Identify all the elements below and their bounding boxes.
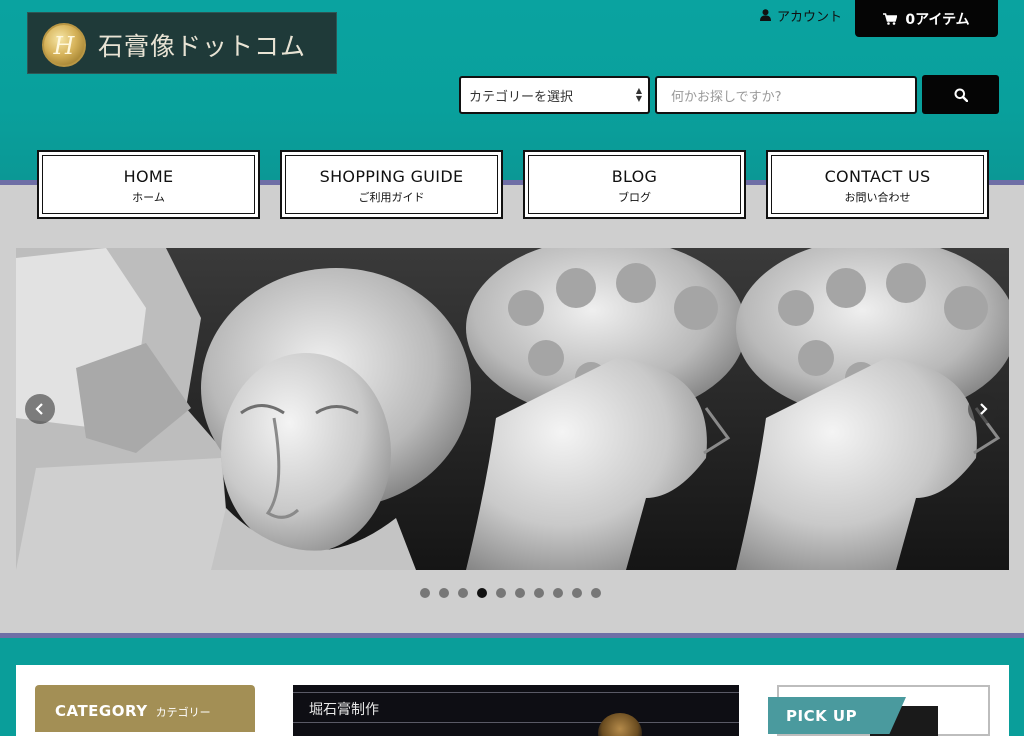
category-heading-jp: カテゴリー	[155, 706, 211, 719]
nav-sublabel: ホーム	[132, 191, 165, 204]
slider-next-button[interactable]	[968, 394, 998, 424]
banner-divider	[293, 722, 739, 723]
slider-dot[interactable]	[572, 588, 582, 598]
account-link[interactable]: アカウント	[760, 6, 843, 25]
slider-dot[interactable]	[477, 588, 487, 598]
nav-contact[interactable]: CONTACT US お問い合わせ	[766, 150, 989, 219]
chevron-right-icon	[980, 403, 988, 415]
bust-ornament-image	[598, 713, 642, 736]
nav-label: CONTACT US	[824, 167, 931, 186]
slider-dot[interactable]	[553, 588, 563, 598]
nav-shopping-guide[interactable]: SHOPPING GUIDE ご利用ガイド	[280, 150, 503, 219]
nav-sublabel: ブログ	[618, 191, 651, 204]
cart-icon	[883, 12, 898, 25]
cart-label: 0アイテム	[905, 11, 970, 28]
slider-dot[interactable]	[534, 588, 544, 598]
chevron-left-icon	[35, 403, 43, 415]
nav-label: BLOG	[611, 167, 658, 186]
search-placeholder: 何かお探しですか?	[671, 89, 782, 105]
search-icon	[954, 88, 968, 102]
slider-dot[interactable]	[591, 588, 601, 598]
banner-divider	[293, 692, 739, 693]
search-button[interactable]	[922, 75, 999, 114]
nav-label: HOME	[123, 167, 174, 186]
category-heading-en: CATEGORY	[55, 702, 148, 720]
nav-home[interactable]: HOME ホーム	[37, 150, 260, 219]
slider-dot[interactable]	[420, 588, 430, 598]
slider-dot[interactable]	[515, 588, 525, 598]
logo-emblem-icon	[42, 23, 86, 67]
site-logo[interactable]: 石膏像ドットコム	[27, 12, 337, 74]
slider-dot[interactable]	[496, 588, 506, 598]
slider-pagination	[420, 588, 601, 600]
hero-slider[interactable]	[16, 248, 1009, 570]
slider-prev-button[interactable]	[25, 394, 55, 424]
feature-banner[interactable]: 堀石膏制作	[293, 685, 739, 736]
cart-button[interactable]: 0アイテム	[855, 0, 998, 37]
user-icon	[760, 9, 771, 21]
nav-sublabel: ご利用ガイド	[358, 191, 425, 204]
nav-label: SHOPPING GUIDE	[319, 167, 464, 186]
category-heading: CATEGORY カテゴリー	[35, 685, 255, 736]
slider-dot[interactable]	[458, 588, 468, 598]
category-select-value: カテゴリーを選択	[469, 89, 574, 105]
select-arrows-icon: ▲ ▼	[635, 86, 642, 103]
search-input[interactable]: 何かお探しですか?	[655, 76, 917, 114]
nav-blog[interactable]: BLOG ブログ	[523, 150, 746, 219]
category-select[interactable]: カテゴリーを選択 ▲ ▼	[459, 76, 650, 114]
slider-dot[interactable]	[439, 588, 449, 598]
account-label: アカウント	[777, 9, 843, 25]
plaster-busts-image	[16, 248, 1009, 570]
nav-sublabel: お問い合わせ	[844, 191, 911, 204]
pickup-label: PICK UP	[768, 697, 906, 734]
logo-text: 石膏像ドットコム	[98, 32, 307, 61]
feature-title: 堀石膏制作	[309, 702, 379, 718]
